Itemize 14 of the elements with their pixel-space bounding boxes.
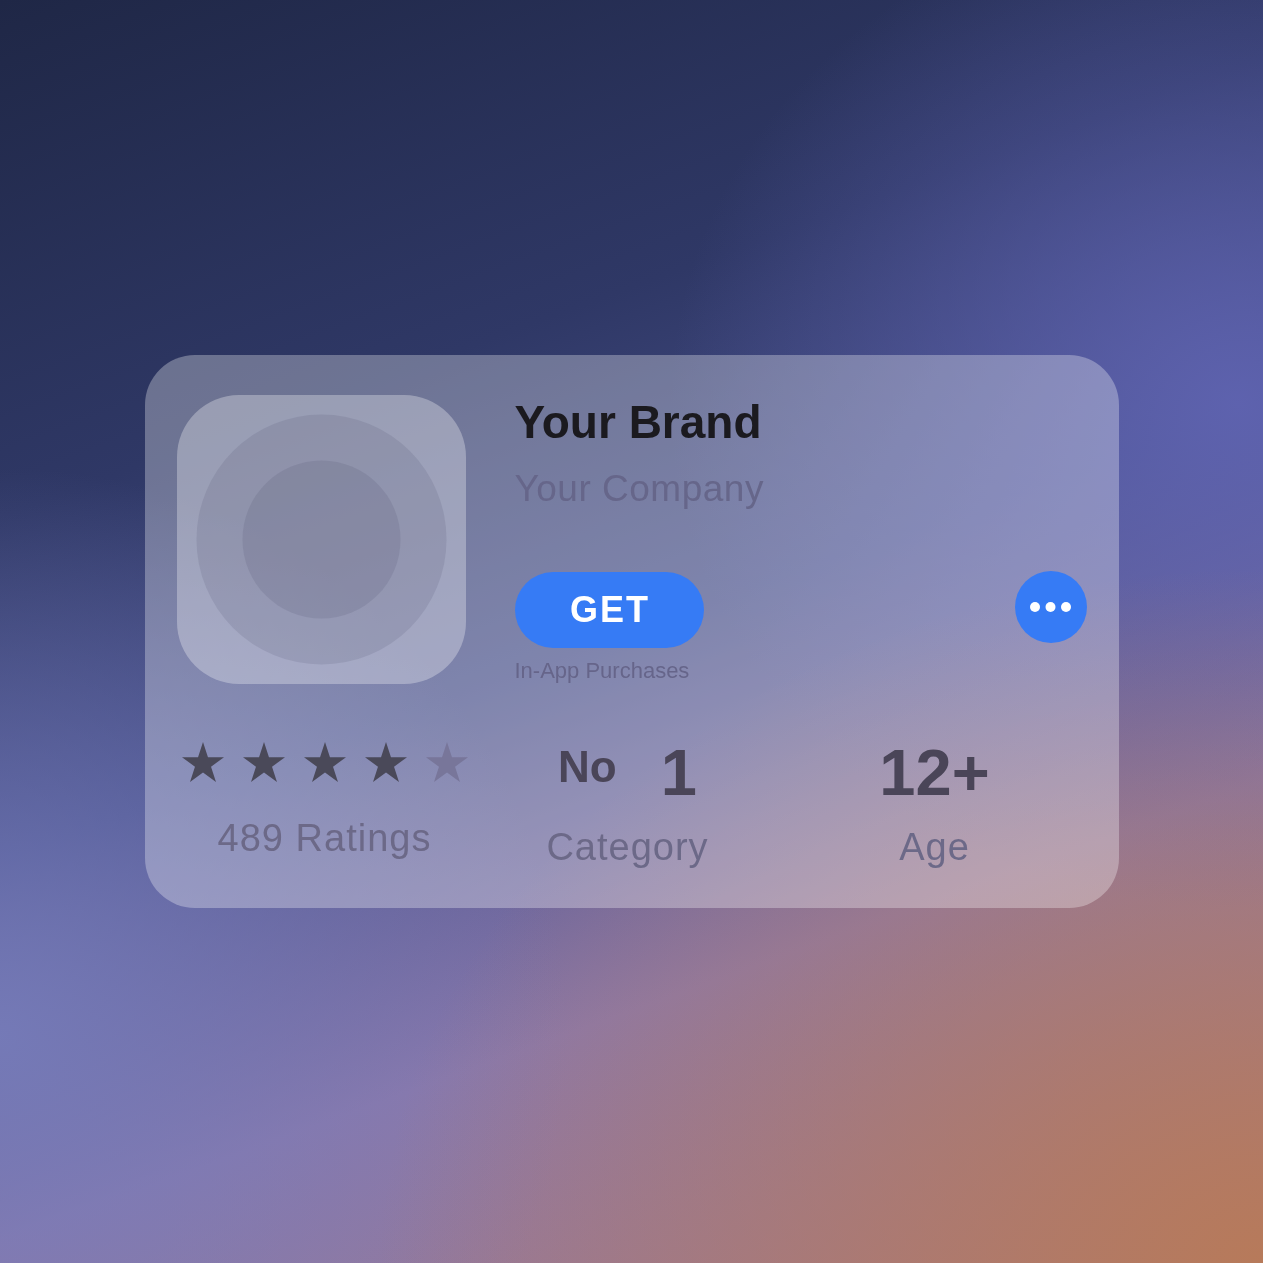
ellipsis-icon [1030, 602, 1071, 612]
rank-number: 1 [660, 740, 697, 805]
get-button[interactable]: GET [514, 572, 704, 648]
star-icon [181, 742, 224, 782]
star-icon [303, 742, 346, 782]
age-label: Age [899, 828, 970, 866]
category-label: Category [546, 828, 709, 866]
app-icon [176, 395, 466, 684]
rank-label: No [558, 745, 617, 789]
age-rating: 12+ [879, 740, 990, 805]
star-icon [242, 742, 285, 782]
star-icon [425, 742, 468, 782]
app-name: Your Brand [514, 399, 762, 445]
star-icon [364, 742, 407, 782]
